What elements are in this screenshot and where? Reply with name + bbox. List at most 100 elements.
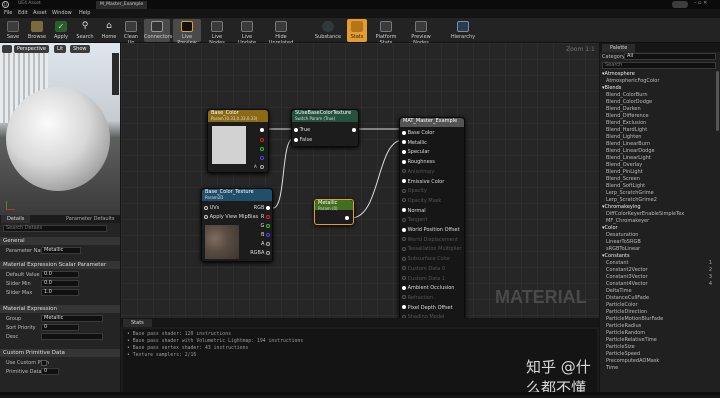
palette-item[interactable]: ParticleSpeed bbox=[600, 351, 718, 358]
sort-priority-field[interactable]: 0 bbox=[41, 324, 79, 331]
menu-edit[interactable]: Edit bbox=[18, 10, 28, 16]
pin-g[interactable]: G bbox=[261, 223, 270, 229]
palette-item[interactable]: Constant 1 bbox=[600, 260, 718, 267]
palette-item[interactable]: PrecomputedAOMask bbox=[600, 358, 718, 365]
master-pin-metallic[interactable]: Metallic bbox=[402, 140, 427, 146]
palette-item[interactable]: Blend_LinearDodge bbox=[600, 148, 718, 155]
preview-viewport[interactable]: Perspective Lit Show bbox=[0, 43, 120, 215]
apply-button[interactable]: ✓ Apply bbox=[50, 19, 72, 42]
primitive-index-field[interactable]: 0 bbox=[41, 368, 59, 375]
save-button[interactable]: Save bbox=[2, 19, 24, 42]
preview-nodes-button[interactable]: Preview Nodes bbox=[404, 19, 438, 46]
node-material-master[interactable]: MAT_Master_Example Base Color Metallic S… bbox=[399, 117, 465, 318]
pin-false[interactable]: False bbox=[294, 137, 312, 143]
palette-item[interactable]: Blend_Overlay bbox=[600, 162, 718, 169]
palette-item[interactable]: Blend_ColorDodge bbox=[600, 99, 718, 106]
master-pin-tangent[interactable]: Tangent bbox=[402, 217, 427, 223]
master-pin-anisotropy[interactable]: Anisotropy bbox=[402, 169, 434, 175]
clean-up-button[interactable]: Clean Up bbox=[120, 19, 142, 46]
master-pin-pixel-depth-offset[interactable]: Pixel Depth Offset bbox=[402, 305, 453, 311]
palette-category[interactable]: ▾Constants bbox=[600, 253, 718, 260]
category-dropdown[interactable]: All bbox=[624, 53, 716, 60]
node-switch-param[interactable]: SUseBaseColorTexture Switch Param (True) … bbox=[291, 109, 359, 147]
pin-true[interactable]: True bbox=[294, 127, 310, 133]
palette-item[interactable]: DistanceCullFade bbox=[600, 295, 718, 302]
palette-item[interactable]: ParticleColor bbox=[600, 302, 718, 309]
live-preview-button[interactable]: Live Preview bbox=[173, 19, 201, 46]
viewport-menu-button[interactable] bbox=[2, 45, 12, 53]
output-pin-green[interactable] bbox=[260, 147, 264, 151]
material-graph[interactable]: Zoom 1:1 MATERIAL Base_Color Param (0.33,… bbox=[121, 43, 599, 318]
master-pin-base-color[interactable]: Base Color bbox=[402, 130, 434, 136]
search-button[interactable]: ⚲ Search bbox=[74, 19, 96, 42]
details-search-input[interactable]: Search Details bbox=[3, 225, 107, 232]
tab-details[interactable]: Details bbox=[1, 215, 31, 223]
desc-field[interactable] bbox=[41, 333, 103, 340]
node-base-color-texture[interactable]: Base_Color_Texture Param2D UVs Apply View… bbox=[201, 188, 273, 262]
hide-unrelated-button[interactable]: Hide Unrelated bbox=[263, 19, 299, 46]
pin-rgba[interactable]: RGBA bbox=[250, 250, 270, 256]
tab-palette[interactable]: Palette bbox=[602, 44, 636, 52]
palette-item[interactable]: Blend_LinearBurn bbox=[600, 141, 718, 148]
window-controls[interactable]: – ▫ ✕ bbox=[694, 0, 707, 6]
master-pin-opacity-mask[interactable]: Opacity Mask bbox=[402, 198, 441, 204]
pin-r[interactable]: R bbox=[261, 214, 270, 220]
master-pin-subsurface-color[interactable]: Subsurface Color bbox=[402, 256, 450, 262]
live-nodes-button[interactable]: Live Nodes bbox=[205, 19, 229, 46]
slider-max-field[interactable]: 1.0 bbox=[41, 289, 79, 296]
palette-item[interactable]: Blend_LinearLight bbox=[600, 155, 718, 162]
master-pin-refraction[interactable]: Refraction bbox=[402, 295, 433, 301]
pin-rgb[interactable]: RGB bbox=[254, 205, 270, 211]
palette-item[interactable]: ParticleDirection bbox=[600, 309, 718, 316]
palette-item[interactable]: Blend_ColorBurn bbox=[600, 92, 718, 99]
menu-help[interactable]: Help bbox=[79, 10, 90, 16]
master-pin-emissive-color[interactable]: Emissive Color bbox=[402, 179, 444, 185]
master-pin-roughness[interactable]: Roughness bbox=[402, 159, 435, 165]
palette-search-input[interactable]: Search bbox=[602, 62, 716, 69]
palette-item[interactable]: Constant2Vector 2 bbox=[600, 267, 718, 274]
pin-apply-view-mipbias[interactable]: Apply View MipBias bbox=[204, 214, 258, 220]
tab-stats[interactable]: Stats bbox=[123, 319, 152, 327]
palette-item[interactable]: DeltaTime bbox=[600, 288, 718, 295]
palette-item[interactable]: Blend_Exclusion bbox=[600, 120, 718, 127]
master-pin-custom-data-0[interactable]: Custom Data 0 bbox=[402, 266, 445, 272]
window-tab-aux[interactable]: UE4 Asset bbox=[18, 1, 41, 6]
pin-uvs[interactable]: UVs bbox=[204, 205, 219, 211]
palette-item[interactable]: Lerp_ScratchGrime2 bbox=[600, 197, 718, 204]
output-pin-red[interactable] bbox=[260, 138, 264, 142]
palette-item[interactable]: Constant3Vector 3 bbox=[600, 274, 718, 281]
master-pin-opacity[interactable]: Opacity bbox=[402, 188, 427, 194]
master-pin-custom-data-1[interactable]: Custom Data 1 bbox=[402, 276, 445, 282]
master-pin-tessellation-multiplier[interactable]: Tessellation Multiplier bbox=[402, 246, 461, 252]
pin-a[interactable]: A bbox=[261, 241, 270, 247]
menu-window[interactable]: Window bbox=[52, 10, 72, 16]
palette-item[interactable]: Time bbox=[600, 365, 718, 372]
palette-item[interactable]: ParticleRandom bbox=[600, 330, 718, 337]
palette-item[interactable]: ParticleRadius bbox=[600, 323, 718, 330]
palette-item[interactable]: Lerp_ScratchGrime bbox=[600, 190, 718, 197]
home-button[interactable]: ⌂ Home bbox=[98, 19, 120, 42]
menu-file[interactable]: File bbox=[4, 10, 12, 16]
palette-item[interactable]: Blend_Lighten bbox=[600, 134, 718, 141]
palette-item[interactable]: AtmosphericFogColor bbox=[600, 78, 718, 85]
expression-section-header[interactable]: Material Expression bbox=[0, 305, 120, 313]
substance-button[interactable]: Substance bbox=[314, 19, 342, 42]
show-button[interactable]: Show bbox=[70, 45, 90, 53]
perspective-button[interactable]: Perspective bbox=[14, 45, 49, 53]
palette-item[interactable]: MF_Chromakeyer bbox=[600, 218, 718, 225]
palette-category[interactable]: ▾Atmosphere bbox=[600, 71, 718, 78]
tab-parameter-defaults[interactable]: Parameter Defaults bbox=[62, 215, 118, 223]
palette-item[interactable]: Blend_SoftLight bbox=[600, 183, 718, 190]
pin-b[interactable]: B bbox=[261, 232, 270, 238]
output-pin[interactable] bbox=[345, 216, 349, 220]
output-pin-white[interactable] bbox=[260, 128, 264, 132]
window-tab-title[interactable]: M_Master_Example bbox=[96, 1, 148, 9]
node-metallic[interactable]: Metallic Param (0) bbox=[314, 199, 354, 225]
lit-button[interactable]: Lit bbox=[54, 45, 67, 53]
palette-item[interactable]: Desaturation bbox=[600, 232, 718, 239]
palette-item[interactable]: Blend_Screen bbox=[600, 176, 718, 183]
master-pin-world-position-offset[interactable]: World Position Offset bbox=[402, 227, 460, 233]
palette-category[interactable]: ▾Chromakeying bbox=[600, 204, 718, 211]
browse-button[interactable]: Browse bbox=[26, 19, 48, 42]
palette-category[interactable]: ▾Blends bbox=[600, 85, 718, 92]
